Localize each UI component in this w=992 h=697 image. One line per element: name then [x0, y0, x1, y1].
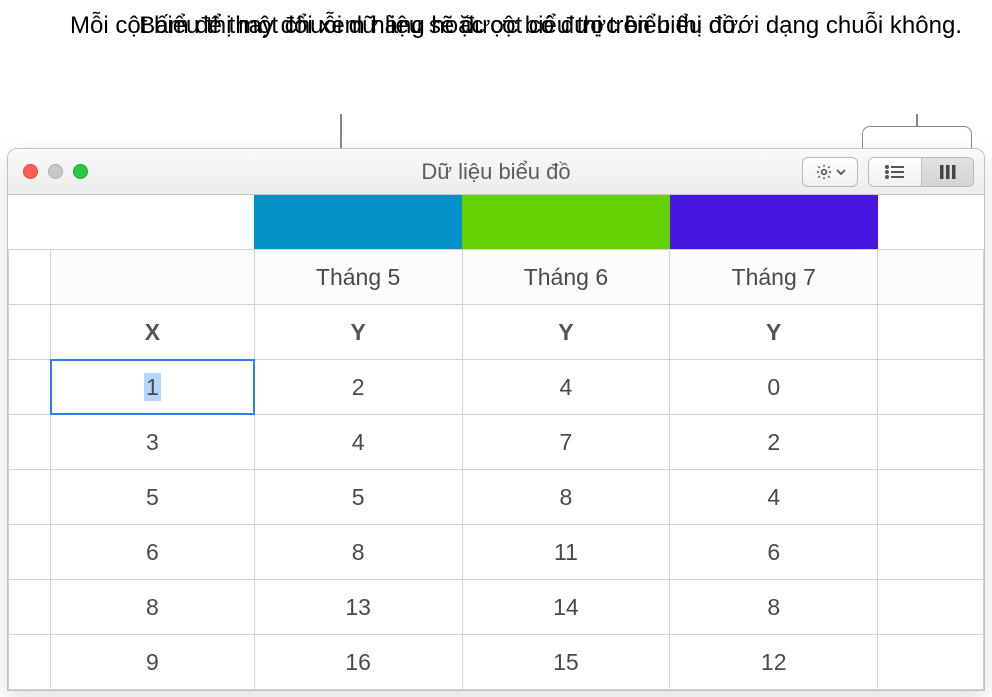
series-color-1[interactable] — [254, 195, 462, 249]
settings-menu-button[interactable] — [802, 157, 858, 187]
row-stub — [9, 250, 51, 305]
series-color-2[interactable] — [462, 195, 670, 249]
callout-bracket-right — [862, 126, 972, 150]
cell-y-1-0[interactable]: 4 — [254, 415, 462, 470]
table-row: 3 4 7 2 — [9, 415, 984, 470]
table-row: 9 16 15 12 — [9, 635, 984, 690]
series-color-3[interactable] — [670, 195, 878, 249]
series-name-extra[interactable] — [878, 250, 984, 305]
cell-extra[interactable] — [878, 635, 984, 690]
cell-extra[interactable] — [878, 415, 984, 470]
row-stub — [9, 360, 51, 415]
cell-extra[interactable] — [878, 580, 984, 635]
series-name-3[interactable]: Tháng 7 — [670, 250, 878, 305]
data-grid: Tháng 5 Tháng 6 Tháng 7 X Y Y Y 1 2 4 0 — [8, 195, 984, 690]
cell-extra[interactable] — [878, 525, 984, 580]
toolbar-controls — [802, 157, 974, 187]
row-stub — [9, 470, 51, 525]
table-row: 8 13 14 8 — [9, 580, 984, 635]
cell-y-3-0[interactable]: 8 — [254, 525, 462, 580]
plot-rows-button[interactable] — [869, 158, 921, 186]
callout-line-right — [916, 114, 918, 126]
cell-y-3-1[interactable]: 11 — [462, 525, 670, 580]
data-table: Tháng 5 Tháng 6 Tháng 7 X Y Y Y 1 2 4 0 — [8, 249, 984, 690]
row-stub — [9, 580, 51, 635]
row-stub — [9, 305, 51, 360]
color-row-extra — [878, 195, 984, 249]
cell-value: 1 — [144, 373, 161, 401]
cell-y-4-2[interactable]: 8 — [670, 580, 878, 635]
cell-y-0-2[interactable]: 0 — [670, 360, 878, 415]
cell-y-4-1[interactable]: 14 — [462, 580, 670, 635]
axis-label-y3[interactable]: Y — [670, 305, 878, 360]
table-row: 5 5 8 4 — [9, 470, 984, 525]
series-name-blank[interactable] — [51, 250, 255, 305]
cell-y-4-0[interactable]: 13 — [254, 580, 462, 635]
cell-x-0[interactable]: 1 — [51, 360, 255, 415]
callout-row-column-toggle: Bấm để thay đổi xem hàng hoặc cột có đượ… — [139, 10, 962, 42]
cell-y-3-2[interactable]: 6 — [670, 525, 878, 580]
row-stub — [9, 635, 51, 690]
cell-y-5-2[interactable]: 12 — [670, 635, 878, 690]
cell-y-1-1[interactable]: 7 — [462, 415, 670, 470]
cell-extra[interactable] — [878, 470, 984, 525]
color-row-stub — [8, 195, 254, 249]
series-orientation-segmented — [868, 157, 974, 187]
axis-label-y2[interactable]: Y — [462, 305, 670, 360]
gear-icon — [815, 163, 833, 181]
row-stub — [9, 525, 51, 580]
chart-data-window: Dữ liệu biểu đồ — [7, 148, 985, 691]
cell-x-2[interactable]: 5 — [51, 470, 255, 525]
cell-y-0-1[interactable]: 4 — [462, 360, 670, 415]
series-name-row: Tháng 5 Tháng 6 Tháng 7 — [9, 250, 984, 305]
cell-y-2-2[interactable]: 4 — [670, 470, 878, 525]
cell-extra[interactable] — [878, 360, 984, 415]
table-row: 1 2 4 0 — [9, 360, 984, 415]
cell-x-3[interactable]: 6 — [51, 525, 255, 580]
axis-label-row: X Y Y Y — [9, 305, 984, 360]
chevron-down-icon — [836, 167, 846, 177]
cell-x-4[interactable]: 8 — [51, 580, 255, 635]
cell-y-1-2[interactable]: 2 — [670, 415, 878, 470]
axis-label-extra[interactable] — [878, 305, 984, 360]
cell-y-5-1[interactable]: 15 — [462, 635, 670, 690]
series-color-row — [8, 195, 984, 249]
cell-y-2-0[interactable]: 5 — [254, 470, 462, 525]
cell-x-5[interactable]: 9 — [51, 635, 255, 690]
columns-icon — [937, 163, 959, 181]
plot-columns-button[interactable] — [921, 158, 973, 186]
window-titlebar: Dữ liệu biểu đồ — [8, 149, 984, 195]
series-name-1[interactable]: Tháng 5 — [254, 250, 462, 305]
cell-y-2-1[interactable]: 8 — [462, 470, 670, 525]
table-row: 6 8 11 6 — [9, 525, 984, 580]
cell-x-1[interactable]: 3 — [51, 415, 255, 470]
cell-y-5-0[interactable]: 16 — [254, 635, 462, 690]
cell-y-0-0[interactable]: 2 — [254, 360, 462, 415]
axis-label-y1[interactable]: Y — [254, 305, 462, 360]
row-stub — [9, 415, 51, 470]
series-name-2[interactable]: Tháng 6 — [462, 250, 670, 305]
rows-icon — [884, 164, 906, 180]
axis-label-x[interactable]: X — [51, 305, 255, 360]
